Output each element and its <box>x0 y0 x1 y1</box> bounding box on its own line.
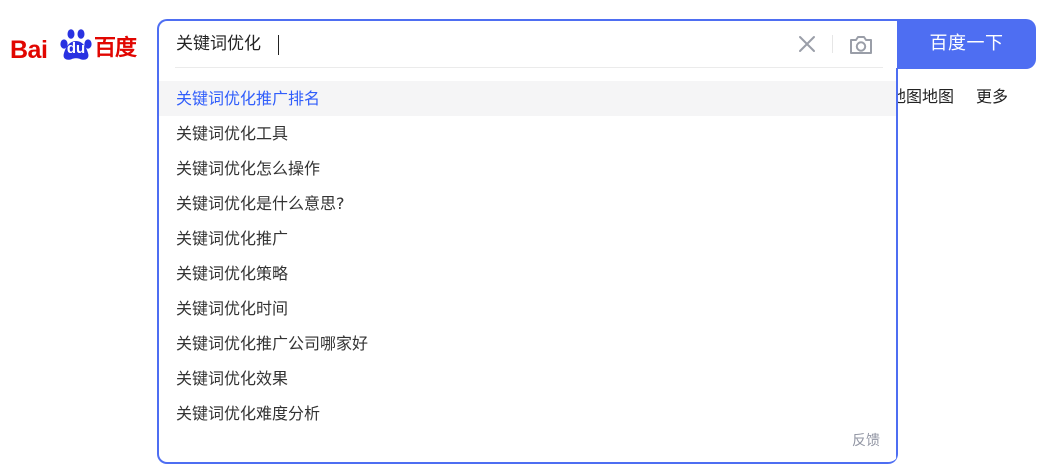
search-suggestions: 关键词优化推广排名 关键词优化工具 关键词优化怎么操作 关键词优化是什么意思? … <box>159 81 898 431</box>
baidu-search-page: Bai du 百度 关键词优化 关键词优化推广排名 关键词优化工具 关键词优化怎… <box>0 0 1044 466</box>
search-button[interactable]: 百度一下 <box>897 19 1036 69</box>
nav-map-link[interactable]: 地图地图 <box>898 86 958 108</box>
suggestion-item[interactable]: 关键词优化效果 <box>159 361 898 396</box>
input-separator <box>175 67 883 68</box>
suggestion-item[interactable]: 关键词优化时间 <box>159 291 898 326</box>
search-suggestion-box: 关键词优化推广排名 关键词优化工具 关键词优化怎么操作 关键词优化是什么意思? … <box>157 19 898 464</box>
feedback-link[interactable]: 反馈 <box>852 430 880 450</box>
search-input-row <box>159 21 898 68</box>
text-caret <box>278 35 279 55</box>
suggestion-item[interactable]: 关键词优化难度分析 <box>159 396 898 431</box>
close-icon[interactable] <box>795 32 819 56</box>
logo-du-text: du <box>66 40 86 57</box>
search-input[interactable] <box>176 27 776 61</box>
logo-baidu-chinese-text: 百度 <box>94 36 137 61</box>
baidu-paw-icon: du <box>59 28 93 62</box>
suggestion-item[interactable]: 关键词优化推广公司哪家好 <box>159 326 898 361</box>
baidu-logo[interactable]: Bai du 百度 <box>10 20 138 66</box>
suggestion-item[interactable]: 关键词优化工具 <box>159 116 898 151</box>
logo-bai-text: Bai <box>10 36 48 64</box>
icon-divider <box>832 35 833 53</box>
suggestion-item[interactable]: 关键词优化策略 <box>159 256 898 291</box>
suggestion-item[interactable]: 关键词优化是什么意思? <box>159 186 898 221</box>
nav-map-label: 地图地图 <box>898 87 955 106</box>
nav-more-link[interactable]: 更多 <box>976 86 1008 108</box>
camera-icon[interactable] <box>848 33 874 57</box>
suggestion-item[interactable]: 关键词优化推广 <box>159 221 898 256</box>
suggestion-item[interactable]: 关键词优化推广排名 <box>159 81 898 116</box>
suggestion-item[interactable]: 关键词优化怎么操作 <box>159 151 898 186</box>
